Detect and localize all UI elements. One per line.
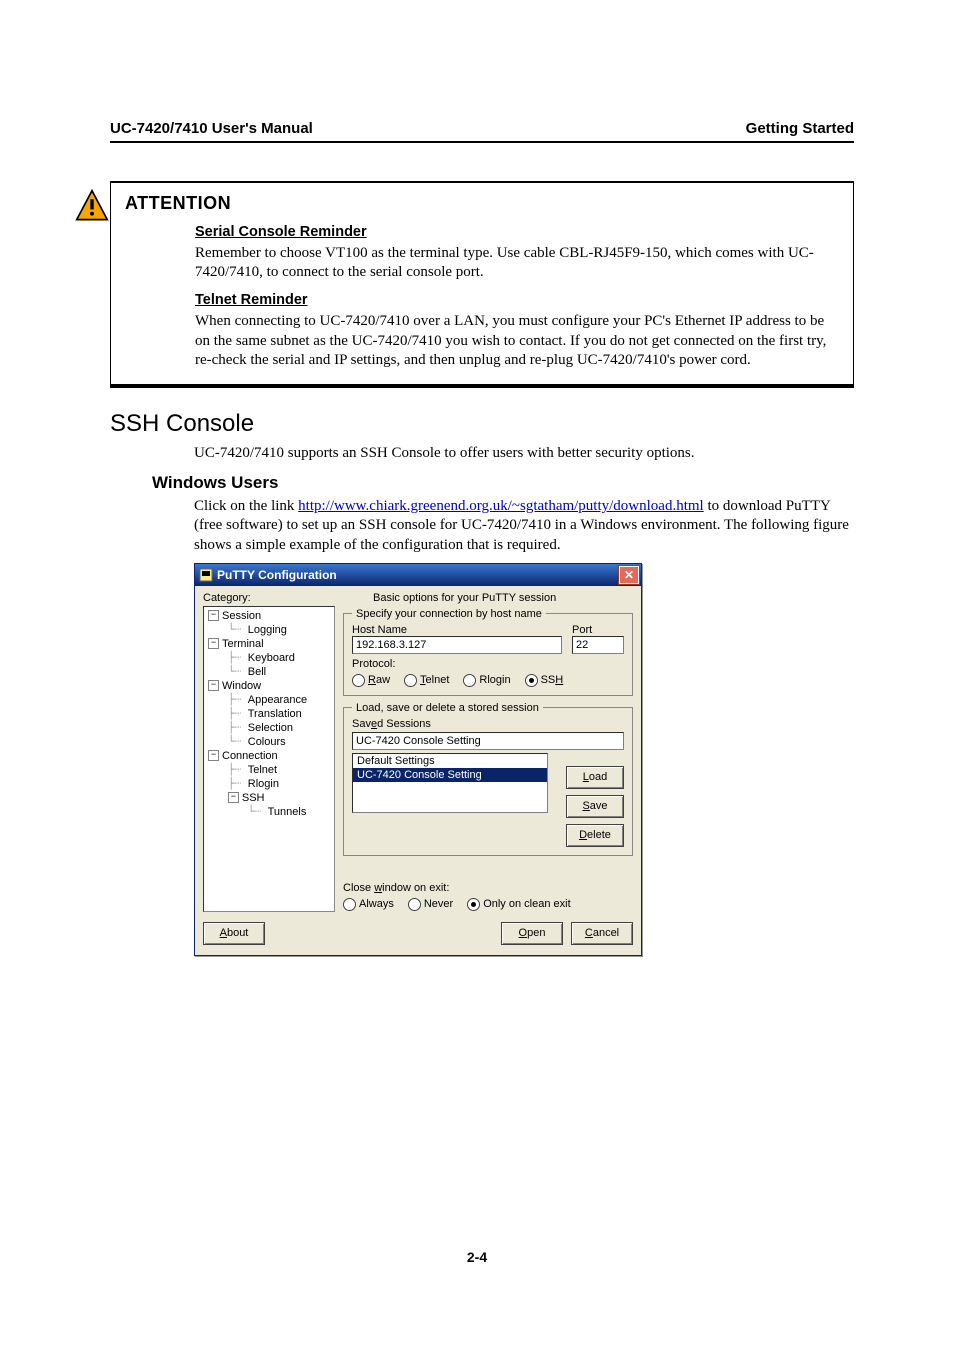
- tree-telnet[interactable]: ├┈ Telnet: [204, 763, 334, 777]
- ssh-console-intro: UC-7420/7410 supports an SSH Console to …: [194, 444, 854, 463]
- telnet-reminder-text: When connecting to UC-7420/7410 over a L…: [195, 312, 839, 370]
- saved-session-input[interactable]: [352, 732, 624, 750]
- about-button[interactable]: About: [203, 922, 265, 945]
- window-title: PuTTY Configuration: [217, 568, 337, 582]
- connection-group-legend: Specify your connection by host name: [352, 608, 546, 620]
- protocol-rlogin[interactable]: Rlogin: [463, 674, 510, 687]
- tree-translation[interactable]: ├┈ Translation: [204, 707, 334, 721]
- click-prefix: Click on the link: [194, 498, 298, 514]
- collapse-icon[interactable]: −: [208, 680, 219, 691]
- list-item[interactable]: UC-7420 Console Setting: [353, 768, 547, 782]
- putty-icon: [199, 568, 213, 582]
- tree-ssh[interactable]: −SSH: [204, 791, 334, 805]
- tree-keyboard[interactable]: ├┈ Keyboard: [204, 651, 334, 665]
- list-item[interactable]: Default Settings: [353, 754, 547, 768]
- close-button[interactable]: ✕: [619, 566, 639, 584]
- title-bar[interactable]: PuTTY Configuration ✕: [195, 564, 641, 586]
- warning-icon: [75, 189, 109, 223]
- delete-button[interactable]: Delete: [566, 824, 624, 847]
- close-window-label: Close window on exit:: [343, 882, 633, 894]
- tree-session[interactable]: −Session: [204, 609, 334, 623]
- cancel-button[interactable]: Cancel: [571, 922, 633, 945]
- page-number: 2-4: [0, 1249, 954, 1265]
- protocol-telnet[interactable]: Telnet: [404, 674, 449, 687]
- sessions-listbox[interactable]: Default Settings UC-7420 Console Setting: [352, 753, 548, 813]
- tree-connection[interactable]: −Connection: [204, 749, 334, 763]
- header-left: UC-7420/7410 User's Manual: [110, 120, 313, 137]
- tree-colours[interactable]: └┈ Colours: [204, 735, 334, 749]
- collapse-icon[interactable]: −: [228, 792, 239, 803]
- protocol-raw[interactable]: RRawaw: [352, 674, 390, 687]
- open-button[interactable]: Open: [501, 922, 563, 945]
- serial-console-reminder-text: Remember to choose VT100 as the terminal…: [195, 244, 839, 282]
- hostname-input[interactable]: [352, 636, 562, 654]
- telnet-reminder-heading: Telnet Reminder: [195, 292, 308, 308]
- ssh-console-heading: SSH Console: [110, 410, 854, 438]
- tree-bell[interactable]: └┈ Bell: [204, 665, 334, 679]
- sessions-group: Load, save or delete a stored session Sa…: [343, 702, 633, 856]
- windows-users-heading: Windows Users: [152, 473, 854, 493]
- tree-logging[interactable]: └┈ Logging: [204, 623, 334, 637]
- tree-window[interactable]: −Window: [204, 679, 334, 693]
- tree-selection[interactable]: ├┈ Selection: [204, 721, 334, 735]
- saved-sessions-label: Saved Sessions: [352, 718, 624, 730]
- connection-group: Specify your connection by host name Hos…: [343, 608, 633, 696]
- serial-console-reminder-heading: Serial Console Reminder: [195, 224, 367, 240]
- tree-appearance[interactable]: ├┈ Appearance: [204, 693, 334, 707]
- load-button[interactable]: Load: [566, 766, 624, 789]
- protocol-label: Protocol:: [352, 658, 624, 670]
- category-label: Category:: [203, 592, 335, 604]
- close-always[interactable]: Always: [343, 898, 394, 911]
- collapse-icon[interactable]: −: [208, 750, 219, 761]
- attention-title: ATTENTION: [125, 193, 839, 214]
- putty-download-link[interactable]: http://www.chiark.greenend.org.uk/~sgtat…: [298, 498, 704, 514]
- header-right: Getting Started: [746, 120, 854, 137]
- close-never[interactable]: Never: [408, 898, 453, 911]
- port-label: Port: [572, 624, 624, 636]
- collapse-icon[interactable]: −: [208, 638, 219, 649]
- page-header: UC-7420/7410 User's Manual Getting Start…: [110, 120, 854, 143]
- tree-terminal[interactable]: −Terminal: [204, 637, 334, 651]
- attention-box: ATTENTION Serial Console Reminder Rememb…: [110, 181, 854, 388]
- collapse-icon[interactable]: −: [208, 610, 219, 621]
- port-input[interactable]: [572, 636, 624, 654]
- panel-title: Basic options for your PuTTY session: [373, 592, 633, 604]
- putty-window: PuTTY Configuration ✕ Category: −Session…: [194, 563, 642, 956]
- hostname-label: Host Name: [352, 624, 562, 636]
- category-tree[interactable]: −Session └┈ Logging −Terminal ├┈ Keyboar…: [203, 606, 335, 912]
- windows-users-paragraph: Click on the link http://www.chiark.gree…: [194, 497, 854, 555]
- close-clean[interactable]: Only on clean exit: [467, 898, 570, 911]
- tree-rlogin[interactable]: ├┈ Rlogin: [204, 777, 334, 791]
- tree-tunnels[interactable]: └┈ Tunnels: [204, 805, 334, 819]
- sessions-group-legend: Load, save or delete a stored session: [352, 702, 543, 714]
- protocol-ssh[interactable]: SSH: [525, 674, 564, 687]
- save-button[interactable]: Save: [566, 795, 624, 818]
